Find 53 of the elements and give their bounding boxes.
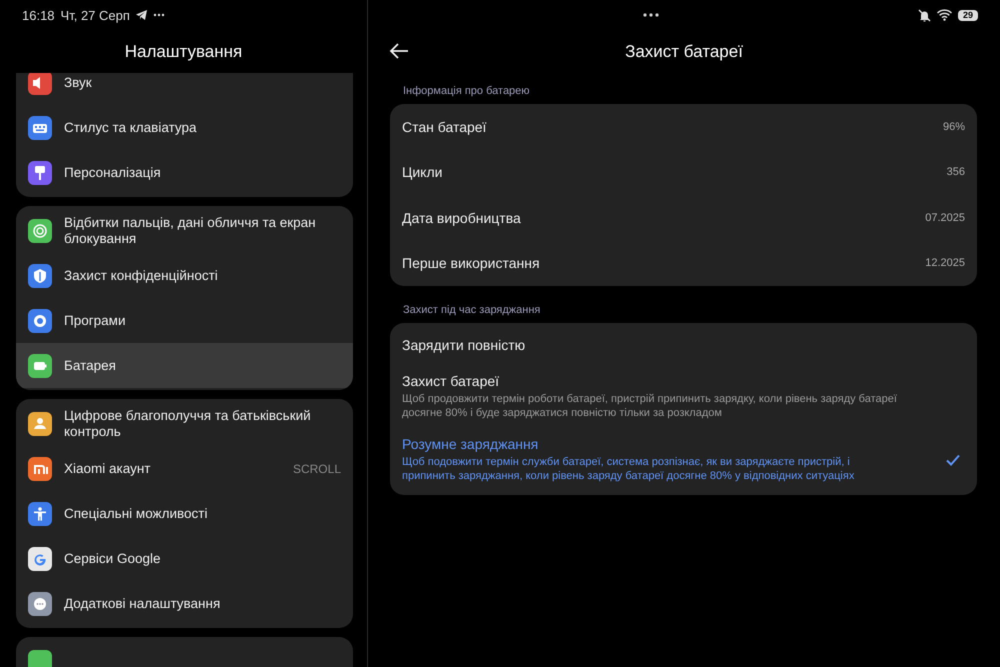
settings-item[interactable]: Додаткові налаштування [16, 581, 353, 626]
item-label: Додаткові налаштування [64, 596, 222, 612]
settings-item[interactable]: Цифрове благополуччя та батьківський контроль [16, 401, 353, 446]
item-label: Сервіси Google [64, 550, 162, 566]
settings-item[interactable]: Стилус та клавіатура [16, 105, 353, 150]
clock: 16:18 [22, 8, 55, 22]
settings-item[interactable]: Сервіси Google [16, 536, 353, 581]
page-title: Налаштування [124, 40, 244, 62]
option-description: Щоб продовжити термін роботи батареї, пристрій припинить зарядку, коли рівень заряду батареї досягне 80% і буде заряджатися повністю тільки за розкладом [402, 392, 898, 420]
battery-level: 29 [958, 10, 978, 20]
section-header: Інформація про батарею [402, 84, 531, 99]
wifi-icon [937, 9, 952, 21]
item-label: Програми [64, 312, 126, 328]
info-label: Стан батареї [402, 118, 488, 135]
item-label: Звук [64, 74, 93, 90]
option-title: Розумне заряджання [402, 436, 540, 452]
info-value: 96% [942, 120, 965, 133]
item-label: Цифрове благополуччя та батьківський контроль [64, 408, 312, 440]
page-title: Захист батареї [625, 42, 743, 62]
item-label: Персоналізація [64, 164, 162, 180]
settings-item[interactable]: Персоналізація [16, 150, 353, 195]
settings-item[interactable]: Спеціальні можливості [16, 491, 353, 536]
settings-item[interactable]: Програми [16, 298, 353, 343]
info-value: 356 [946, 166, 965, 178]
settings-item[interactable]: Xiaomi акаунт SCROLL [16, 446, 353, 491]
paper-plane-icon [136, 10, 147, 20]
option-title: Зарядити повністю [402, 337, 526, 353]
item-label: Стилус та клавіатура [64, 120, 198, 136]
settings-item[interactable]: Захист конфіденційності [16, 253, 353, 298]
info-value: 12.2025 [925, 257, 965, 270]
item-label: Батарея [64, 358, 117, 374]
info-label: Перше використання [402, 255, 541, 272]
charging-option[interactable]: Захист батареї Щоб продовжити термін роботи батареї, пристрій припинить зарядку, коли рівень заряду батареї досягне 80% і буде заряджатися повністю тільки за розкладом [402, 365, 965, 428]
settings-item[interactable]: Звук [16, 73, 353, 105]
settings-item[interactable]: Батарея [16, 343, 353, 388]
section-header: Захист під час заряджання [402, 303, 542, 318]
more-icon [152, 13, 165, 17]
date: Чт, 27 Серп [60, 8, 130, 22]
charging-option[interactable]: Розумне заряджання Щоб подовжити термін служби батареї, система розпізнає, як ви заряджаєте пристрій, і припинить заряджання, коли рівень заряду батареї досягне 80% у відповідних ситуаціях [402, 428, 965, 495]
bell-off-icon [918, 8, 931, 22]
option-title: Захист батареї [402, 373, 500, 389]
more-icon [643, 13, 659, 17]
item-value: SCROLL [292, 462, 341, 476]
item-label: Відбитки пальців, дані обличчя та екран блокування [64, 214, 317, 246]
item-label: Захист конфіденційності [64, 268, 219, 284]
info-value: 07.2025 [925, 212, 965, 224]
item-label: Xiaomi акаунт [64, 460, 152, 476]
charging-option[interactable]: Зарядити повністю [402, 323, 965, 365]
settings-item[interactable]: Відбитки пальців, дані обличчя та екран блокування [16, 208, 353, 253]
option-description: Щоб подовжити термін служби батареї, система розпізнає, як ви заряджаєте пристрій, і припинить заряджання, коли рівень заряду батареї досягне 80% у відповідних ситуаціях [402, 455, 856, 483]
info-label: Цикли [402, 164, 444, 180]
info-label: Дата виробництва [402, 210, 522, 226]
item-label: Спеціальні можливості [64, 506, 208, 522]
